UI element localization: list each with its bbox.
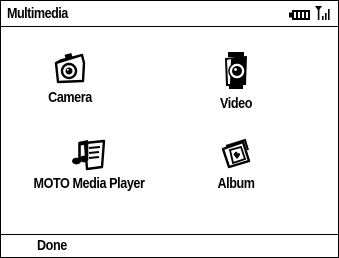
softkey-bar: Done <box>1 234 338 257</box>
signal-strength-icon <box>315 6 330 20</box>
menu-item-label: Album <box>217 175 255 192</box>
menu-item-video[interactable]: Video <box>191 51 281 112</box>
camera-icon <box>54 53 86 84</box>
menu-item-label: Video <box>220 95 252 112</box>
phone-screen: Multimedia Camera Video MOTO Media Playe… <box>0 0 339 258</box>
status-icons <box>289 5 331 21</box>
video-camera-icon <box>225 52 247 89</box>
menu-item-album[interactable]: Album <box>191 139 281 192</box>
album-icon <box>221 139 251 169</box>
done-softkey[interactable]: Done <box>37 237 67 254</box>
menu-item-camera[interactable]: Camera <box>25 51 115 106</box>
menu-item-label: Camera <box>48 89 92 106</box>
menu-item-label: MOTO Media Player <box>33 175 145 192</box>
title-bar: Multimedia <box>1 1 338 27</box>
menu-item-moto-media-player[interactable]: MOTO Media Player <box>9 139 169 192</box>
media-player-icon <box>72 139 106 171</box>
battery-icon <box>289 10 310 20</box>
screen-title: Multimedia <box>7 5 68 22</box>
